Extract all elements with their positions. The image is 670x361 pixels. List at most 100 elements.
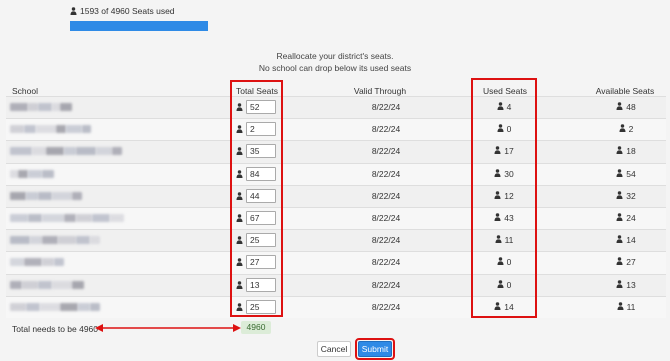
school-name-redacted	[10, 125, 91, 135]
redacted-text	[76, 236, 90, 245]
redacted-text	[82, 125, 91, 134]
header-available-seats: Available Seats	[595, 86, 655, 96]
used-seats-value: 4	[506, 102, 512, 112]
redacted-text	[36, 125, 56, 134]
used-seats-cell: 0	[474, 280, 534, 290]
table-row: 8/22/24 43 24	[6, 206, 666, 230]
person-icon	[494, 213, 501, 221]
available-seats-cell: 32	[596, 191, 656, 201]
total-seats-input[interactable]	[246, 210, 276, 225]
redacted-text	[10, 191, 26, 200]
valid-through-cell: 8/22/24	[371, 279, 401, 290]
redacted-text	[90, 302, 100, 311]
redacted-text	[42, 169, 54, 178]
total-seats-input[interactable]	[246, 166, 276, 181]
redacted-text	[10, 258, 24, 267]
redacted-text	[64, 213, 76, 222]
redacted-text	[10, 280, 22, 289]
total-seats-input[interactable]	[246, 255, 276, 270]
instruction-line-2: No school can drop below its used seats	[258, 63, 412, 73]
header-used-seats: Used Seats	[483, 86, 527, 96]
cancel-button[interactable]: Cancel	[317, 341, 351, 357]
table-row: 8/22/24 0 13	[6, 273, 666, 296]
person-icon	[236, 147, 243, 156]
person-icon	[494, 168, 501, 177]
used-seats-value: 17	[504, 146, 514, 157]
redacted-text	[42, 236, 58, 245]
available-seats-cell: 27	[596, 257, 656, 267]
total-seats-input[interactable]	[246, 277, 276, 292]
used-seats-value: 0	[506, 279, 512, 290]
available-seats-cell: 2	[596, 124, 656, 134]
used-seats-value: 11	[504, 235, 514, 246]
person-icon	[619, 124, 626, 133]
redacted-text	[46, 147, 64, 156]
total-seats-input[interactable]	[246, 144, 276, 159]
table-row: 8/22/24 17 18	[6, 140, 666, 163]
total-seats-cell	[236, 210, 276, 225]
redacted-text	[76, 147, 96, 156]
total-seats-input[interactable]	[246, 100, 276, 114]
redacted-text	[58, 236, 76, 245]
redacted-text	[54, 258, 64, 267]
total-seats-input[interactable]	[246, 233, 276, 248]
person-icon	[236, 236, 243, 245]
total-seats-cell	[236, 277, 276, 292]
person-icon	[236, 125, 243, 134]
valid-through-cell: 8/22/24	[371, 212, 401, 223]
valid-through-cell: 8/22/24	[371, 257, 401, 268]
redacted-text	[32, 147, 46, 156]
person-icon	[236, 169, 243, 178]
total-seats-cell	[236, 122, 276, 137]
person-icon	[495, 235, 502, 244]
person-icon	[616, 235, 623, 244]
redacted-text	[60, 103, 72, 111]
school-name-redacted	[10, 280, 84, 291]
redacted-text	[18, 169, 28, 178]
total-seats-input[interactable]	[246, 188, 276, 203]
used-seats-cell: 12	[474, 191, 534, 201]
redacted-text	[10, 169, 18, 178]
person-icon	[616, 191, 623, 199]
redacted-text	[10, 103, 28, 111]
redacted-text	[24, 125, 36, 134]
available-seats-value: 13	[626, 279, 636, 290]
redacted-text	[26, 302, 40, 311]
school-name-redacted	[10, 236, 100, 246]
total-seats-input[interactable]	[246, 122, 276, 137]
person-icon	[494, 191, 501, 199]
person-icon	[497, 102, 504, 110]
header-school: School	[12, 86, 38, 96]
used-seats-cell: 43	[474, 213, 534, 223]
submit-button[interactable]: Submit	[358, 341, 392, 357]
available-seats-value: 14	[626, 235, 636, 246]
total-seats-input[interactable]	[246, 299, 276, 314]
table-row: 8/22/24 14 11	[6, 295, 666, 318]
redacted-text	[56, 125, 66, 134]
redacted-text	[60, 302, 78, 311]
person-icon	[236, 192, 243, 200]
person-icon	[497, 124, 504, 133]
valid-through-cell: 8/22/24	[371, 124, 401, 135]
table-row: 8/22/24 11 14	[6, 229, 666, 252]
redacted-text	[26, 191, 38, 200]
valid-through-cell: 8/22/24	[371, 168, 401, 179]
redacted-text	[22, 280, 38, 289]
person-icon	[494, 146, 501, 155]
total-seats-cell	[236, 255, 276, 270]
redacted-text	[52, 103, 60, 111]
person-icon	[497, 279, 504, 288]
redacted-text	[52, 280, 72, 289]
person-icon	[497, 257, 504, 266]
header-valid-through: Valid Through	[353, 86, 407, 96]
redacted-text	[38, 103, 52, 111]
total-seats-cell	[236, 144, 276, 159]
school-name-redacted	[10, 103, 72, 113]
school-name-redacted	[10, 302, 100, 313]
redacted-text	[24, 258, 42, 267]
person-icon	[236, 280, 243, 289]
school-name-redacted	[10, 258, 64, 268]
table-row: 8/22/24 4 48	[6, 96, 666, 119]
used-seats-value: 30	[504, 168, 514, 179]
available-seats-value: 48	[626, 102, 636, 112]
